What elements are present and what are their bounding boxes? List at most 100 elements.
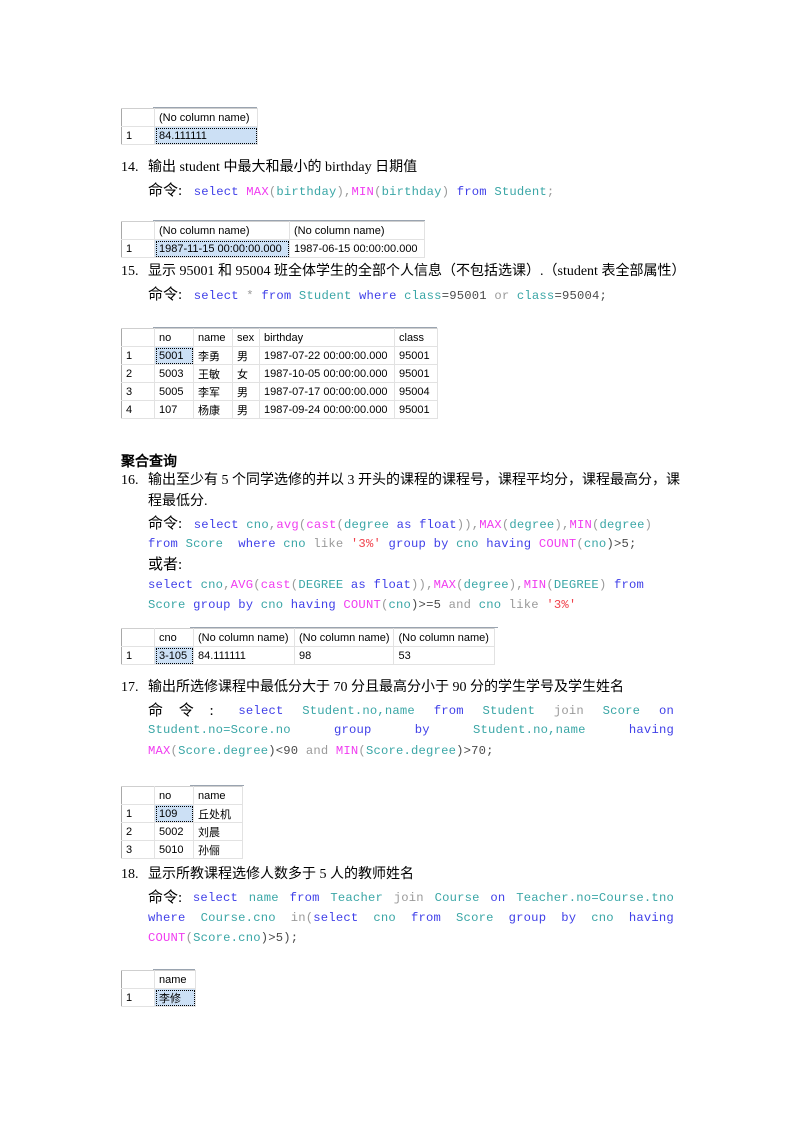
command-label: 命令: <box>148 890 183 906</box>
question-number: 18. <box>121 867 139 882</box>
result-grid-18[interactable]: name 1 李修 <box>121 970 196 1007</box>
result-cell[interactable]: 男 <box>232 400 260 419</box>
sql-code: select * from Student where class=95001 … <box>193 289 608 303</box>
column-header[interactable]: name <box>193 328 233 347</box>
command-line: 命令: select * from Student where class=95… <box>148 285 607 306</box>
result-cell[interactable]: 95004 <box>394 382 438 401</box>
section-heading: 聚合查询 <box>121 455 177 470</box>
row-number: 2 <box>121 822 155 841</box>
result-cell[interactable]: 杨康 <box>193 400 233 419</box>
result-cell[interactable]: 5005 <box>154 382 194 401</box>
result-cell[interactable]: 3-105 <box>154 646 194 665</box>
sql-code: select MAX(birthday),MIN(birthday) from … <box>193 185 555 199</box>
command-line: 命令: select MAX(birthday),MIN(birthday) f… <box>148 181 554 202</box>
row-number: 1 <box>121 804 155 823</box>
row-header-corner <box>121 221 155 240</box>
question-number: 15. <box>121 264 139 279</box>
result-cell[interactable]: 5003 <box>154 364 194 383</box>
result-cell[interactable]: 95001 <box>394 346 438 365</box>
column-header[interactable]: name <box>193 786 243 805</box>
result-cell[interactable]: 李军 <box>193 382 233 401</box>
table-row[interactable]: 2 5003 王敏 女 1987-10-05 00:00:00.000 9500… <box>121 364 438 383</box>
row-number: 1 <box>121 646 155 665</box>
result-cell[interactable]: 5001 <box>154 346 194 365</box>
table-row[interactable]: 1 3-105 84.111111 98 53 <box>121 646 496 665</box>
column-header[interactable]: (No column name) <box>393 628 496 647</box>
result-cell[interactable]: 女 <box>232 364 260 383</box>
result-cell[interactable]: 1987-09-24 00:00:00.000 <box>259 400 395 419</box>
question-text: 输出 student 中最大和最小的 birthday 日期值 <box>148 160 418 175</box>
result-cell[interactable]: 刘晨 <box>193 822 243 841</box>
result-cell[interactable]: 5010 <box>154 840 194 859</box>
column-header[interactable]: birthday <box>259 328 395 347</box>
result-cell[interactable]: 95001 <box>394 364 438 383</box>
result-cell[interactable]: 98 <box>293 646 395 665</box>
result-cell[interactable]: 84.111111 <box>154 126 258 145</box>
row-header-corner <box>121 628 155 647</box>
result-cell[interactable]: 109 <box>154 804 194 823</box>
column-header[interactable]: no <box>154 786 194 805</box>
table-row[interactable]: 1 李修 <box>121 988 196 1007</box>
row-number: 1 <box>121 126 155 145</box>
result-grid-13[interactable]: (No column name) 1 84.111111 <box>121 108 258 145</box>
command-label: 命令: <box>148 516 183 532</box>
result-cell[interactable]: 李勇 <box>193 346 233 365</box>
result-grid-14[interactable]: (No column name) (No column name) 1 1987… <box>121 221 425 258</box>
result-cell[interactable]: 1987-06-15 00:00:00.000 <box>289 239 425 258</box>
question-number: 17. <box>121 680 139 695</box>
result-grid-17[interactable]: no name 1 109 丘处机 2 5002 刘晨 3 5010 孙俪 <box>121 786 243 859</box>
table-row[interactable]: 1 109 丘处机 <box>121 804 243 823</box>
result-cell[interactable]: 53 <box>393 646 496 665</box>
result-cell[interactable]: 孙俪 <box>193 840 243 859</box>
result-cell[interactable]: 1987-07-22 00:00:00.000 <box>259 346 395 365</box>
column-header[interactable]: (No column name) <box>154 108 258 127</box>
column-header[interactable]: (No column name) <box>293 628 395 647</box>
sql-code-continued: MAX(Score.degree)<90 and MIN(Score.degre… <box>148 744 494 758</box>
table-row[interactable]: 2 5002 刘晨 <box>121 822 243 841</box>
column-header[interactable]: name <box>154 970 196 989</box>
sql-code-continued: where Course.cno in(select cno from Scor… <box>148 911 674 925</box>
result-cell[interactable]: 男 <box>232 346 260 365</box>
result-cell[interactable]: 95001 <box>394 400 438 419</box>
result-cell[interactable]: 1987-10-05 00:00:00.000 <box>259 364 395 383</box>
result-cell[interactable]: 1987-11-15 00:00:00.000 <box>154 239 290 258</box>
column-header[interactable]: (No column name) <box>154 221 290 240</box>
result-cell[interactable]: 李修 <box>154 988 196 1007</box>
result-cell[interactable]: 5002 <box>154 822 194 841</box>
sql-code-alternative: select cno,AVG(cast(DEGREE as float)),MA… <box>148 578 645 592</box>
command-line: 命令: select cno,avg(cast(degree as float)… <box>148 514 652 535</box>
column-header[interactable]: class <box>394 328 438 347</box>
row-number: 2 <box>121 364 155 383</box>
result-grid-16[interactable]: cno (No column name) (No column name) (N… <box>121 628 496 665</box>
table-row[interactable]: 1 1987-11-15 00:00:00.000 1987-06-15 00:… <box>121 239 425 258</box>
result-cell[interactable]: 1987-07-17 00:00:00.000 <box>259 382 395 401</box>
table-row[interactable]: 3 5005 李军 男 1987-07-17 00:00:00.000 9500… <box>121 382 438 401</box>
row-number: 1 <box>121 346 155 365</box>
result-cell[interactable]: 84.111111 <box>193 646 295 665</box>
column-header[interactable]: cno <box>154 628 194 647</box>
column-header[interactable]: sex <box>232 328 260 347</box>
command-line: 命令: select name from Teacher join Course… <box>148 890 674 906</box>
question-number: 14. <box>121 160 139 175</box>
column-header[interactable]: (No column name) <box>289 221 425 240</box>
table-row[interactable]: 1 84.111111 <box>121 126 258 145</box>
row-header-corner <box>121 328 155 347</box>
command-label: 命令: <box>148 183 183 199</box>
row-header-corner <box>121 970 155 989</box>
question-text: 显示 95001 和 95004 班全体学生的全部个人信息（不包括选课）.（st… <box>148 264 686 279</box>
result-cell[interactable]: 男 <box>232 382 260 401</box>
table-row[interactable]: 4 107 杨康 男 1987-09-24 00:00:00.000 95001 <box>121 400 438 419</box>
column-header[interactable]: no <box>154 328 194 347</box>
command-label: 命 令 : <box>148 703 220 719</box>
question-text: 显示所教课程选修人数多于 5 人的教师姓名 <box>148 867 414 882</box>
result-cell[interactable]: 王敏 <box>193 364 233 383</box>
result-grid-15[interactable]: no name sex birthday class 1 5001 李勇 男 1… <box>121 328 438 419</box>
question-text: 输出至少有 5 个同学选修的并以 3 开头的课程的课程号，课程平均分，课程最高分… <box>148 473 680 488</box>
result-cell[interactable]: 丘处机 <box>193 804 243 823</box>
table-row[interactable]: 1 5001 李勇 男 1987-07-22 00:00:00.000 9500… <box>121 346 438 365</box>
column-header[interactable]: (No column name) <box>193 628 295 647</box>
result-cell[interactable]: 107 <box>154 400 194 419</box>
sql-code-alternative-continued: Score group by cno having COUNT(cno)>=5 … <box>148 598 577 612</box>
table-row[interactable]: 3 5010 孙俪 <box>121 840 243 859</box>
alternative-label: 或者: <box>148 557 183 573</box>
